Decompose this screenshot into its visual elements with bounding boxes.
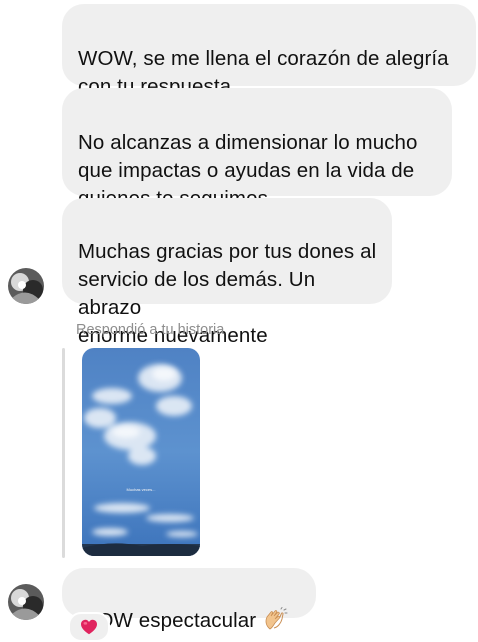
red-heart-icon [81,619,97,635]
reply-divider [62,348,65,558]
avatar[interactable] [8,584,44,620]
avatar-image [8,268,44,304]
story-thumbnail[interactable]: Muchas veces... [82,348,200,556]
story-reply-label: Respondió a tu historia [76,322,225,338]
clapping-hands-icon [265,607,288,630]
avatar[interactable] [8,268,44,304]
message-reaction[interactable] [68,612,110,642]
message-bubble[interactable]: Muchas gracias por tus dones al servicio… [62,198,392,374]
sky-image: Muchas veces... [82,348,200,556]
message-bubble[interactable]: WOW espectacular [62,568,316,632]
message-bubble[interactable]: No alcanzas a dimensionar lo mucho que i… [62,88,452,210]
message-bubble[interactable]: WOW, se me llena el corazón de alegría c… [62,4,476,98]
story-caption: Muchas veces... [127,487,156,492]
avatar-image [8,584,44,620]
